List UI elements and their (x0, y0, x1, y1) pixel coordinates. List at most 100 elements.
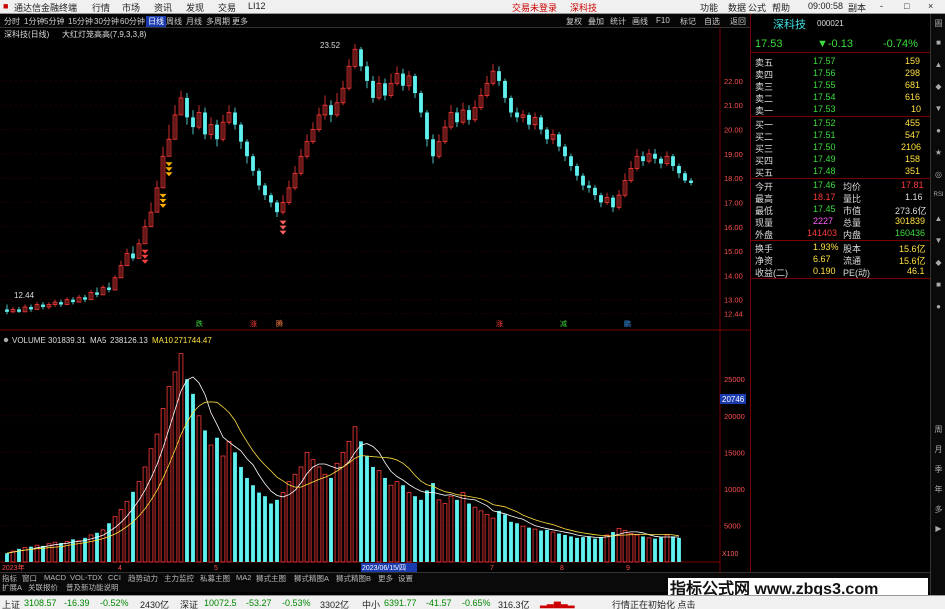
tab-guanlian-baojia[interactable]: 关联报价 (28, 582, 58, 593)
candle-body (689, 180, 693, 183)
side-tool-icon[interactable]: ★ (933, 148, 944, 157)
side-tool-icon[interactable]: ◎ (933, 170, 944, 179)
app-logo-icon: ■ (3, 1, 9, 11)
tool-fuquan[interactable]: 复权 (566, 16, 582, 27)
menu-li12[interactable]: LI12 (248, 1, 266, 11)
volume-bar (185, 379, 189, 562)
index-change-pct: -0.53% (282, 598, 311, 608)
date-axis-label: 9 (626, 565, 630, 572)
period-15min[interactable]: 15分钟 (68, 16, 93, 27)
volume-bar (365, 456, 369, 562)
side-period-multi[interactable]: 多 (933, 504, 944, 515)
side-tool-icon[interactable]: ◆ (933, 258, 944, 267)
menu-shuju[interactable]: 数据 (728, 1, 746, 14)
tool-tongji[interactable]: 统计 (610, 16, 626, 27)
side-period-year[interactable]: 年 (933, 484, 944, 495)
menu-zixun[interactable]: 资讯 (154, 1, 172, 14)
price-tick-label: 20.00 (724, 126, 743, 135)
ask-price[interactable]: 17.53 (813, 104, 836, 114)
bid-price[interactable]: 17.48 (813, 166, 836, 176)
side-tool-icon[interactable]: RSI (933, 192, 944, 198)
indicator-name: 大红灯笼高高(7,9,3,3,8) (62, 29, 147, 39)
ask-price[interactable]: 17.54 (813, 92, 836, 102)
candle-body (107, 287, 111, 290)
tab-ma2[interactable]: MA2 (236, 573, 251, 582)
volume-bar (257, 492, 261, 562)
period-weekly[interactable]: 周线 (166, 16, 182, 27)
candle-body (653, 153, 657, 159)
period-monthly[interactable]: 月线 (186, 16, 202, 27)
copy-window-button[interactable]: 副本 (848, 1, 866, 14)
side-tool-icon[interactable]: ◆ (933, 82, 944, 91)
period-more[interactable]: 更多 (232, 16, 248, 27)
side-tool-icon[interactable]: ▼ (933, 236, 944, 245)
tab-kuozhan-a[interactable]: 扩展A (2, 582, 22, 593)
bid-price[interactable]: 17.50 (813, 142, 836, 152)
menu-gongshi[interactable]: 公式 (748, 1, 766, 14)
menu-hangqing[interactable]: 行情 (92, 1, 110, 14)
ask-price[interactable]: 17.57 (813, 56, 836, 66)
tool-fanhui[interactable]: 返回 (730, 16, 746, 27)
side-period-season[interactable]: 季 (933, 464, 944, 475)
period-daily[interactable]: 日线 (146, 16, 166, 27)
period-fenshi[interactable]: 分时 (4, 16, 20, 27)
volume-bar (419, 499, 423, 562)
price-tick-label: 16.00 (724, 223, 743, 232)
volume-bar (539, 530, 543, 562)
side-expand-icon[interactable]: ▶ (933, 524, 944, 533)
ask-price[interactable]: 17.55 (813, 80, 836, 90)
bid-price[interactable]: 17.51 (813, 130, 836, 140)
side-period-week[interactable]: 周 (933, 424, 944, 435)
side-period-month[interactable]: 月 (933, 444, 944, 455)
tool-zixuan[interactable]: 自选 (704, 16, 720, 27)
index-name[interactable]: 上证 (2, 598, 20, 609)
index-name[interactable]: 深证 (180, 598, 198, 609)
side-tool-icon[interactable]: ● (933, 302, 944, 311)
volume-toggle-icon[interactable] (3, 337, 9, 343)
stat-value: 160436 (895, 228, 926, 238)
stock-name-link[interactable]: 深科技 (570, 1, 597, 14)
volume-bar (557, 533, 561, 562)
tool-biaoji[interactable]: 标记 (680, 16, 696, 27)
tab-new-feature-info[interactable]: 普及新功能说明 (66, 582, 119, 593)
stat-value: 0.190 (813, 266, 836, 276)
menu-bangzhu[interactable]: 帮助 (772, 1, 790, 14)
period-60min[interactable]: 60分钟 (120, 16, 145, 27)
index-name[interactable]: 中小 (362, 598, 380, 609)
maximize-button[interactable]: □ (904, 1, 909, 11)
volume-bar (269, 503, 273, 562)
tab-macd[interactable]: MACD (44, 573, 66, 582)
period-1min[interactable]: 1分钟 (24, 16, 44, 27)
ask-price[interactable]: 17.56 (813, 68, 836, 78)
volume-bar (359, 441, 363, 562)
tool-diejia[interactable]: 叠加 (588, 16, 604, 27)
bid-price[interactable]: 17.49 (813, 154, 836, 164)
side-tool-icon[interactable]: ▲ (933, 214, 944, 223)
menu-faxian[interactable]: 发现 (186, 1, 204, 14)
menu-shichang[interactable]: 市场 (122, 1, 140, 14)
side-tool-icon[interactable]: 圖 (933, 18, 944, 29)
period-5min[interactable]: 5分钟 (44, 16, 64, 27)
trade-login-link[interactable]: 交易未登录 (512, 1, 557, 14)
kline-volume-chart[interactable]: 12.44 13.00 14.00 15.00 16.00 17.00 18.00 19.00… (0, 28, 750, 572)
close-button[interactable]: × (928, 1, 933, 11)
tab-vol-tdx[interactable]: VOL-TDX (70, 573, 103, 582)
side-tool-icon[interactable]: ● (933, 126, 944, 135)
side-tool-icon[interactable]: ■ (933, 38, 944, 47)
minimize-button[interactable]: - (880, 1, 883, 11)
menu-jiaoyi[interactable]: 交易 (218, 1, 236, 14)
tool-huaxian[interactable]: 画线 (632, 16, 648, 27)
side-tool-icon[interactable]: ▲ (933, 60, 944, 69)
tool-f10[interactable]: F10 (656, 16, 670, 25)
side-tool-icon[interactable]: ▼ (933, 104, 944, 113)
candle-body (215, 124, 219, 140)
menu-gongneng[interactable]: 功能 (700, 1, 718, 14)
bid-price[interactable]: 17.52 (813, 118, 836, 128)
status-message[interactable]: 行情正在初始化 点击 (612, 598, 696, 609)
side-tool-icon[interactable]: ■ (933, 280, 944, 289)
period-multi[interactable]: 多周期 (206, 16, 230, 27)
volume-bar (83, 537, 87, 562)
candle-body (557, 134, 561, 147)
tab-cci[interactable]: CCI (108, 573, 121, 582)
period-30min[interactable]: 30分钟 (94, 16, 119, 27)
